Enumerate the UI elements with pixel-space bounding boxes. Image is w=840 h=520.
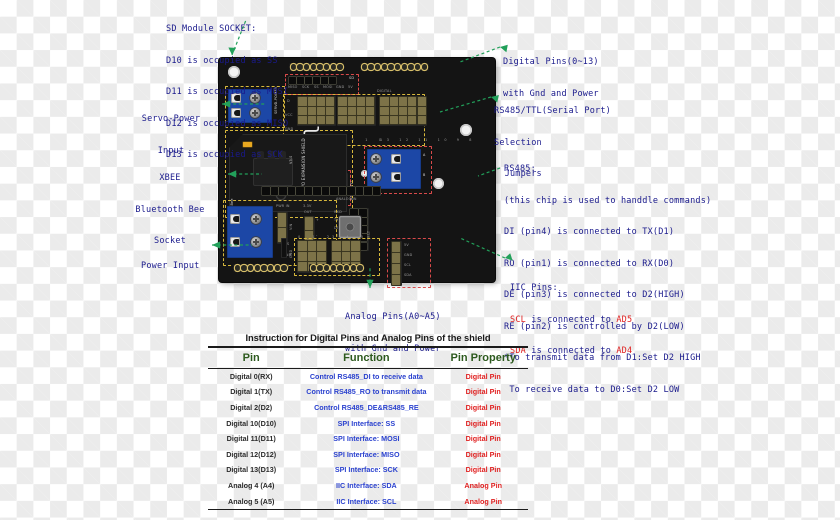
col-header-pin-property: Pin Property xyxy=(438,347,528,369)
table-head: Pin Function Pin Property xyxy=(208,347,528,369)
cell-pin-property: Digital Pin xyxy=(465,418,501,428)
cell-function: IIC Interface: SDA xyxy=(336,480,397,490)
table-row: Digital 10(D10) SPI Interface: SS Digital … xyxy=(208,415,528,431)
col-header-pin: Pin xyxy=(208,347,295,369)
table-body: Digital 0(RX) Control RS485_DI to receive… xyxy=(208,368,528,509)
cell-function: Control RS485_RO to transmit data xyxy=(306,387,427,397)
table-row: Digital 13(D13) SPI Interface: SCK Digital… xyxy=(208,462,528,478)
cell-function: SPI Interface: MOSI xyxy=(333,434,400,444)
table-bottom-rule xyxy=(208,508,528,510)
cell-pin-property: Digital Pin xyxy=(465,465,501,475)
cell-pin: Analog 5 (A5) xyxy=(228,496,275,506)
cell-function: IIC Interface: SCL xyxy=(336,496,397,506)
cell-pin: Digital 0(RX) xyxy=(229,371,273,381)
cell-pin-property: Analog Pin xyxy=(464,496,502,506)
table-row: Analog 5 (A5) IIC Interface: SCL Analog Pi… xyxy=(208,493,528,509)
cell-pin: Digital 1(TX) xyxy=(230,387,273,397)
cell-pin-property: Analog Pin xyxy=(464,480,502,490)
cell-function: SPI Interface: SCK xyxy=(334,465,398,475)
table-row: Digital 1(TX) Control RS485_RO to transmi… xyxy=(208,384,528,400)
pin-instruction-table: Instruction for Digital Pins and Analog … xyxy=(208,332,528,510)
cell-pin: Digital 11(D11) xyxy=(226,434,276,444)
table-caption: Instruction for Digital Pins and Analog … xyxy=(245,332,491,343)
col-header-function: Function xyxy=(294,347,439,369)
cell-pin: Digital 10(D10) xyxy=(226,418,277,428)
cell-pin-property: Digital Pin xyxy=(465,402,501,412)
cell-pin-property: Digital Pin xyxy=(465,434,501,444)
cell-function: SPI Interface: SS xyxy=(337,418,396,428)
table-header-row: Pin Function Pin Property xyxy=(208,347,528,369)
cell-function: Control RS485_DI to receive data xyxy=(309,371,423,381)
cell-pin: Digital 12(D12) xyxy=(226,449,277,459)
cell-function: Control RS485_DE&RS485_RE xyxy=(314,402,419,412)
cell-pin-property: Digital Pin xyxy=(465,449,501,459)
cell-pin-property: Digital Pin xyxy=(465,387,501,397)
table-row: Digital 12(D12) SPI Interface: MISO Digita… xyxy=(208,446,528,462)
table-row: Digital 0(RX) Control RS485_DI to receive… xyxy=(208,368,528,384)
cell-function: SPI Interface: MISO xyxy=(333,449,400,459)
pin-table: Pin Function Pin Property Digital 0(RX) C… xyxy=(208,346,528,509)
table-row: Digital 11(D11) SPI Interface: MOSI Digita… xyxy=(208,431,528,447)
diagram-canvas: MISO SCK SS MOSI GND 5V SD SERVO-POWER +… xyxy=(0,0,840,520)
table-row: Analog 4 (A4) IIC Interface: SDA Analog Pi… xyxy=(208,478,528,494)
cell-pin: Digital 13(D13) xyxy=(226,465,277,475)
table-row: Digital 2(D2) Control RS485_DE&RS485_RE Di… xyxy=(208,400,528,416)
cell-pin: Digital 2(D2) xyxy=(230,402,273,412)
cell-pin-property: Digital Pin xyxy=(465,371,501,381)
cell-pin: Analog 4 (A4) xyxy=(228,480,275,490)
